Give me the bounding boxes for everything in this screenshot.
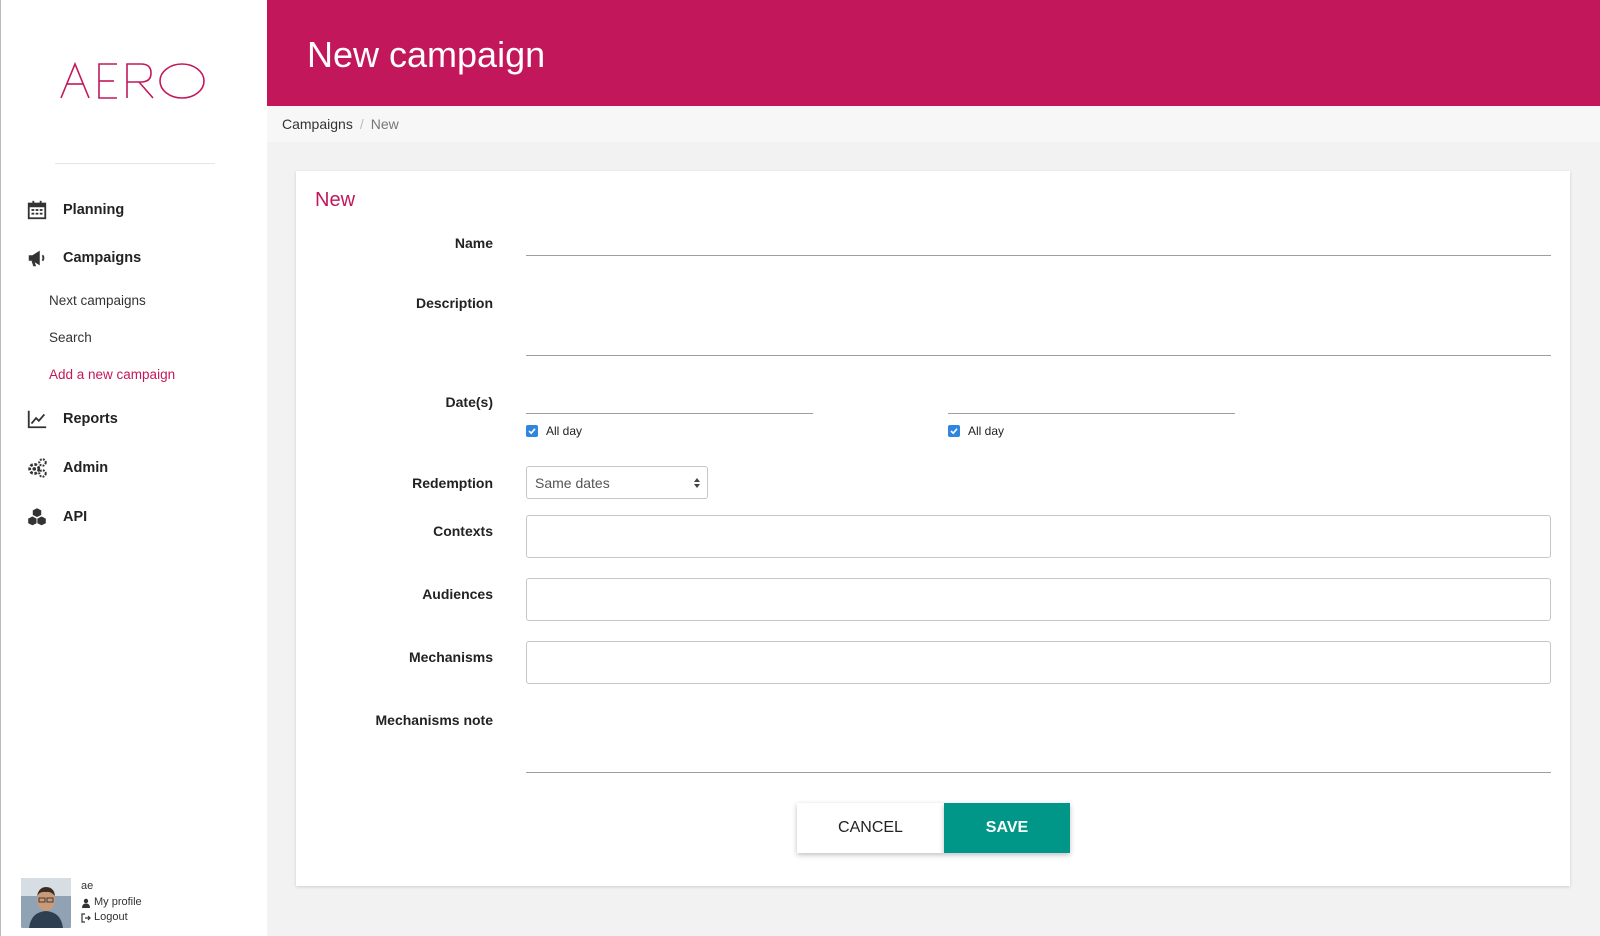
audiences-label: Audiences	[422, 586, 493, 602]
sidebar-subitem-next-campaigns[interactable]: Next campaigns	[49, 293, 146, 308]
sidebar-item-label: Planning	[63, 202, 125, 218]
sidebar-item-label: Admin	[63, 460, 109, 476]
logout-link[interactable]: Logout	[81, 910, 142, 925]
logout-label: Logout	[94, 911, 128, 923]
sidebar: Planning Campaigns Next campaigns Search…	[0, 0, 267, 936]
aero-logo[interactable]	[59, 60, 209, 104]
page-title: New campaign	[307, 34, 546, 75]
date-end-field[interactable]	[948, 385, 1235, 414]
dates-label: Date(s)	[445, 394, 493, 410]
sidebar-item-admin[interactable]: Admin	[25, 454, 108, 482]
redemption-select[interactable]: Same dates	[526, 466, 708, 499]
name-label: Name	[454, 235, 493, 251]
date-start-field[interactable]	[526, 385, 813, 414]
my-profile-link[interactable]: My profile	[81, 895, 142, 910]
all-day-end-label: All day	[968, 424, 1005, 438]
calendar-icon	[25, 198, 49, 222]
breadcrumb-current: New	[370, 116, 399, 132]
name-field[interactable]	[526, 227, 1551, 256]
description-label: Description	[415, 295, 493, 311]
avatar[interactable]	[21, 878, 71, 928]
all-day-start-row: All day	[526, 424, 582, 438]
check-icon	[950, 428, 958, 435]
breadcrumb-separator: /	[359, 116, 364, 132]
my-profile-label: My profile	[94, 896, 142, 908]
sign-out-icon	[81, 912, 91, 923]
all-day-end-checkbox[interactable]	[948, 425, 960, 437]
save-button[interactable]: SAVE	[944, 803, 1070, 853]
all-day-start-label: All day	[546, 424, 583, 438]
mechanisms-note-label: Mechanisms note	[375, 712, 493, 728]
redemption-selected-value: Same dates	[535, 474, 610, 491]
redemption-label: Redemption	[412, 475, 493, 491]
mechanisms-input[interactable]	[526, 641, 1551, 684]
sidebar-subitem-add-campaign[interactable]: Add a new campaign	[49, 367, 175, 382]
contexts-label: Contexts	[433, 523, 493, 539]
sidebar-item-api[interactable]: API	[25, 503, 87, 531]
cubes-icon	[25, 505, 49, 529]
breadcrumb: Campaigns / New	[267, 106, 1600, 142]
aero-logo-icon	[60, 61, 205, 99]
check-icon	[528, 428, 536, 435]
gears-icon	[25, 456, 49, 480]
all-day-end-row: All day	[948, 424, 1004, 438]
user-name: ae	[81, 880, 94, 892]
sidebar-subitem-search[interactable]: Search	[49, 330, 92, 345]
sidebar-item-label: API	[63, 509, 88, 525]
select-arrows-icon	[694, 478, 700, 488]
audiences-input[interactable]	[526, 578, 1551, 621]
all-day-start-checkbox[interactable]	[526, 425, 538, 437]
megaphone-icon	[25, 246, 49, 270]
form-title: New	[315, 189, 356, 211]
sidebar-item-label: Reports	[63, 411, 118, 427]
mechanisms-label: Mechanisms	[408, 649, 493, 665]
sidebar-divider	[55, 163, 215, 164]
mechanisms-note-field[interactable]	[526, 705, 1551, 773]
sidebar-item-planning[interactable]: Planning	[25, 196, 124, 224]
line-chart-icon	[25, 407, 49, 431]
cancel-button[interactable]: CANCEL	[797, 803, 944, 853]
campaign-form-card: New Name Description Date(s) All day All…	[296, 171, 1570, 886]
user-info: ae My profile Logout	[81, 878, 142, 928]
sidebar-item-label: Campaigns	[63, 250, 142, 266]
user-icon	[82, 898, 90, 908]
user-box: ae My profile Logout	[21, 878, 142, 928]
sidebar-item-reports[interactable]: Reports	[25, 405, 118, 433]
page-header: New campaign	[267, 0, 1600, 106]
breadcrumb-campaigns[interactable]: Campaigns	[282, 116, 353, 132]
sidebar-item-campaigns[interactable]: Campaigns	[25, 244, 141, 272]
description-field[interactable]	[526, 289, 1551, 356]
contexts-input[interactable]	[526, 515, 1551, 558]
